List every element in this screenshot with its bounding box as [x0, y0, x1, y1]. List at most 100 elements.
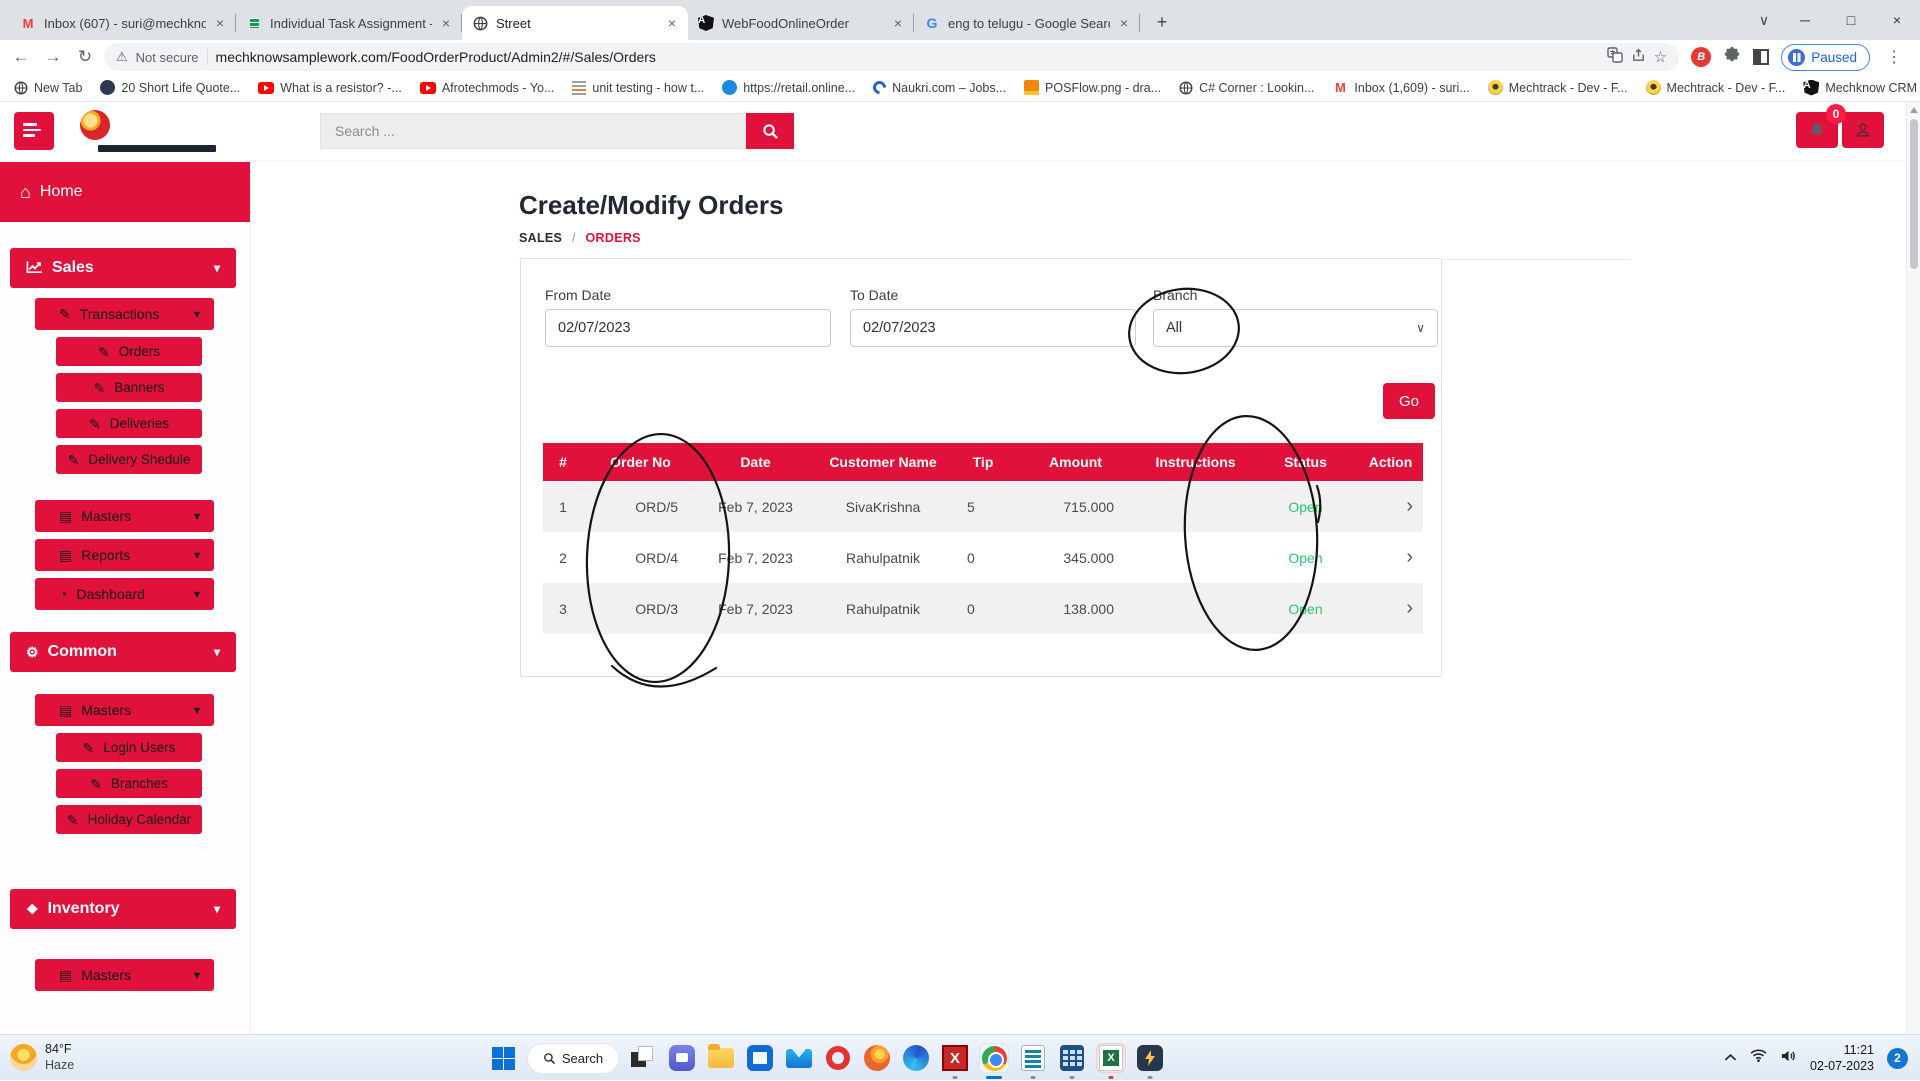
sync-paused-button[interactable]: Paused — [1781, 44, 1870, 71]
sidebar-item-masters-inventory[interactable]: ▤ Masters ▾ — [35, 959, 214, 991]
start-button[interactable] — [488, 1043, 518, 1073]
sidebar-toggle-button[interactable] — [14, 112, 54, 150]
calculator-button[interactable] — [1057, 1043, 1087, 1073]
volume-icon[interactable] — [1780, 1049, 1797, 1068]
notification-center-badge[interactable]: 2 — [1887, 1048, 1908, 1069]
adblock-extension-icon[interactable]: B — [1691, 47, 1711, 67]
bookmark-unit-testing[interactable]: unit testing - how t... — [572, 81, 704, 95]
reload-button[interactable]: ↻ — [72, 44, 98, 70]
maximize-button[interactable]: □ — [1828, 0, 1874, 40]
branch-select[interactable]: All ∨ — [1153, 309, 1438, 347]
tray-chevron-up-icon[interactable] — [1724, 1049, 1737, 1067]
microsoft-store-button[interactable] — [745, 1043, 775, 1073]
tab-gmail[interactable]: M Inbox (607) - suri@mechknowso × — [10, 6, 236, 40]
from-date-input[interactable] — [545, 309, 831, 347]
bookmark-afrotechmods[interactable]: Afrotechmods - Yo... — [420, 81, 555, 95]
bookmark-retail-online[interactable]: https://retail.online... — [722, 80, 855, 95]
tab-sheets[interactable]: Individual Task Assignment - Goo × — [236, 6, 462, 40]
reading-mode-icon[interactable] — [1753, 49, 1769, 65]
close-tab-icon[interactable]: × — [892, 15, 904, 31]
search-button[interactable] — [746, 113, 794, 149]
go-button[interactable]: Go — [1383, 383, 1435, 419]
scroll-up-arrow[interactable] — [1910, 107, 1918, 113]
minimize-button[interactable]: ─ — [1782, 0, 1828, 40]
bookmark-new-tab[interactable]: New Tab — [14, 81, 82, 95]
file-explorer-button[interactable] — [706, 1043, 736, 1073]
close-button[interactable]: × — [1874, 0, 1920, 40]
sidebar-item-orders[interactable]: ✎ Orders — [56, 337, 202, 366]
bookmark-resistor-video[interactable]: What is a resistor? -... — [258, 81, 402, 95]
scrollbar-thumb[interactable] — [1910, 119, 1918, 269]
row-expand-chevron-icon[interactable]: › — [1358, 597, 1423, 620]
forward-button[interactable]: → — [40, 44, 66, 70]
chrome-button-active[interactable] — [979, 1043, 1009, 1073]
sidebar-item-holiday-calendar[interactable]: ✎ Holiday Calendar — [56, 805, 202, 834]
close-tab-icon[interactable]: × — [666, 15, 678, 31]
sidebar-item-banners[interactable]: ✎ Banners — [56, 373, 202, 402]
sidebar-item-login-users[interactable]: ✎ Login Users — [56, 733, 202, 762]
translate-icon[interactable] — [1607, 47, 1623, 67]
sidebar-item-dashboard[interactable]: ◔ Dashboard ▾ — [35, 578, 214, 610]
url-text[interactable]: mechknowsamplework.com/FoodOrderProduct/… — [216, 49, 1599, 65]
sidebar-item-branches[interactable]: ✎ Branches — [56, 769, 202, 798]
app-logo[interactable] — [80, 110, 110, 140]
breadcrumb-sales[interactable]: SALES — [519, 231, 562, 245]
weather-widget[interactable]: 84°F Haze — [10, 1041, 74, 1074]
xampp-button[interactable]: X — [940, 1043, 970, 1073]
search-input[interactable] — [320, 113, 746, 149]
close-tab-icon[interactable]: × — [214, 15, 226, 31]
sidebar-item-transactions[interactable]: ✎ Transactions ▾ — [35, 298, 214, 330]
wifi-icon[interactable] — [1750, 1049, 1767, 1067]
taskbar-search[interactable]: Search — [527, 1043, 619, 1074]
to-date-input[interactable] — [850, 309, 1136, 347]
table-row[interactable]: 3 ORD/3 Feb 7, 2023 Rahulpatnik 0 138.00… — [543, 583, 1423, 634]
bookmark-quotes[interactable]: 20 Short Life Quote... — [100, 80, 240, 95]
profile-button[interactable] — [1842, 112, 1884, 148]
close-tab-icon[interactable]: × — [1118, 15, 1130, 31]
sidebar-item-home[interactable]: ⌂ Home — [0, 162, 250, 222]
sidebar-item-inventory[interactable]: ❖ Inventory ▾ — [10, 889, 236, 929]
tab-google-search[interactable]: G eng to telugu - Google Search × — [914, 6, 1140, 40]
not-secure-label[interactable]: Not secure — [136, 50, 199, 65]
bookmark-posflow[interactable]: POSFlow.png - dra... — [1024, 80, 1161, 95]
firefox-button[interactable] — [862, 1043, 892, 1073]
excel-button[interactable]: X — [1096, 1043, 1126, 1073]
bookmark-mechtrack-2[interactable]: Mechtrack - Dev - F... — [1646, 80, 1786, 95]
task-view-button[interactable] — [628, 1043, 658, 1073]
chrome-menu-icon[interactable]: ⋮ — [1882, 47, 1906, 67]
row-expand-chevron-icon[interactable]: › — [1358, 495, 1423, 518]
row-expand-chevron-icon[interactable]: › — [1358, 546, 1423, 569]
tab-search-icon[interactable]: ∨ — [1746, 0, 1782, 40]
sidebar-item-delivery-schedule[interactable]: ✎ Delivery Shedule — [56, 445, 202, 474]
database-tool-button[interactable] — [1135, 1043, 1165, 1073]
close-tab-icon[interactable]: × — [440, 15, 452, 31]
extensions-puzzle-icon[interactable] — [1723, 46, 1741, 69]
share-icon[interactable] — [1631, 48, 1646, 67]
edge-button[interactable] — [901, 1043, 931, 1073]
back-button[interactable]: ← — [8, 44, 34, 70]
sidebar-item-masters-sales[interactable]: ▤ Masters ▾ — [35, 500, 214, 532]
table-row[interactable]: 1 ORD/5 Feb 7, 2023 SivaKrishna 5 715.00… — [543, 481, 1423, 532]
table-row[interactable]: 2 ORD/4 Feb 7, 2023 Rahulpatnik 0 345.00… — [543, 532, 1423, 583]
sidebar-item-reports[interactable]: ▤ Reports ▾ — [35, 539, 214, 571]
opera-button[interactable] — [823, 1043, 853, 1073]
bookmark-mechtrack-1[interactable]: Mechtrack - Dev - F... — [1488, 80, 1628, 95]
tab-street-active[interactable]: Street × — [462, 6, 688, 40]
sidebar-item-sales[interactable]: Sales ▾ — [10, 248, 236, 288]
bookmark-star-icon[interactable]: ☆ — [1654, 48, 1667, 66]
page-scrollbar[interactable] — [1906, 102, 1920, 1034]
sidebar-item-common[interactable]: ⚙ Common ▾ — [10, 632, 236, 672]
address-bar[interactable]: ⚠ Not secure mechknowsamplework.com/Food… — [104, 43, 1679, 71]
sidebar-item-masters-common[interactable]: ▤ Masters ▾ — [35, 694, 214, 726]
bookmark-csharp-corner[interactable]: C# Corner : Lookin... — [1179, 81, 1314, 95]
bookmark-mechknow-crm[interactable]: A Mechknow CRM — [1803, 80, 1917, 96]
tab-webfoodonlineorder[interactable]: A WebFoodOnlineOrder × — [688, 6, 914, 40]
bookmark-naukri[interactable]: Naukri.com – Jobs... — [873, 81, 1006, 95]
mail-button[interactable] — [784, 1043, 814, 1073]
sidebar-item-deliveries[interactable]: ✎ Deliveries — [56, 409, 202, 438]
taskbar-clock[interactable]: 11:21 02-07-2023 — [1810, 1042, 1874, 1075]
notepad-button[interactable] — [1018, 1043, 1048, 1073]
new-tab-button[interactable]: + — [1148, 8, 1176, 36]
bookmark-inbox[interactable]: M Inbox (1,609) - suri... — [1332, 80, 1469, 96]
teams-chat-button[interactable] — [667, 1043, 697, 1073]
